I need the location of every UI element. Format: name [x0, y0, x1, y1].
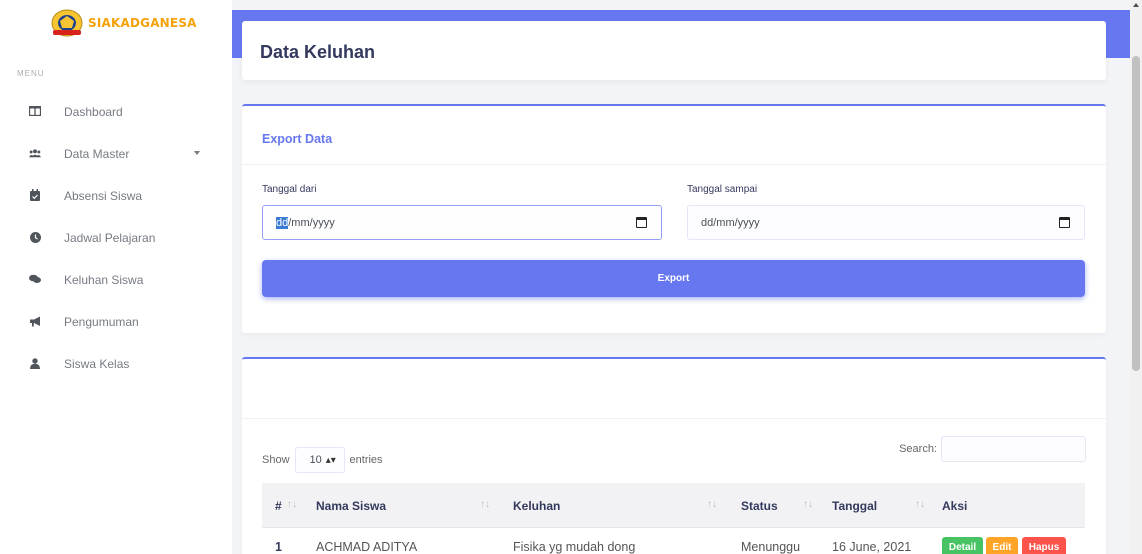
export-card-title: Export Data [262, 132, 333, 146]
sidebar-item-pengumuman[interactable]: Pengumuman [0, 306, 232, 336]
row-status: Menunggu [741, 540, 801, 554]
date-to-label: Tanggal sampai [687, 184, 758, 195]
edit-button[interactable]: Edit [986, 537, 1018, 554]
sidebar-item-label: Absensi Siswa [64, 189, 143, 203]
row-nama-siswa: ACHMAD ADITYA [316, 540, 418, 554]
entries-length-control: Show 10 ▴▾ entries [262, 447, 383, 473]
search-input[interactable] [941, 436, 1086, 462]
scrollbar-thumb[interactable] [1132, 56, 1140, 371]
table-card-header [242, 359, 1106, 419]
page-scrollbar[interactable] [1130, 0, 1142, 554]
sidebar-item-keluhan-siswa[interactable]: Keluhan Siswa [0, 264, 232, 294]
sidebar-item-label: Keluhan Siswa [64, 273, 144, 287]
sort-icon[interactable]: ↑↓ [707, 499, 717, 510]
sidebar-item-data-master[interactable]: Data Master [0, 138, 232, 168]
table-row: 1 ACHMAD ADITYA Fisika yg mudah dong Men… [262, 527, 1085, 554]
bullhorn-icon [29, 315, 41, 327]
entries-value: 10 [309, 454, 322, 466]
sort-icon[interactable]: ↑↓ [287, 499, 297, 510]
user-icon [29, 357, 41, 369]
column-header-aksi: Aksi [942, 499, 968, 513]
clock-icon [29, 231, 41, 243]
sidebar: SIAKADGANESA MENU Dashboard Data Master … [0, 0, 232, 554]
calendar-icon[interactable] [636, 217, 647, 228]
menu-heading: MENU [17, 69, 45, 78]
sidebar-item-jadwal-pelajaran[interactable]: Jadwal Pelajaran [0, 222, 232, 252]
show-label: Show [262, 454, 290, 466]
school-logo-icon [51, 9, 83, 37]
comments-icon [29, 273, 41, 285]
sidebar-item-label: Data Master [64, 147, 130, 161]
date-from-rest: /mm/yyyy [288, 217, 335, 229]
export-card: Export Data Tanggal dari dd/mm/yyyy Tang… [242, 104, 1106, 333]
date-from-day-segment[interactable]: dd [276, 217, 289, 229]
calendar-check-icon [29, 189, 41, 201]
search-label: Search: [899, 443, 937, 455]
export-button[interactable]: Export [262, 260, 1085, 297]
date-from-label: Tanggal dari [262, 184, 317, 195]
row-number: 1 [275, 540, 282, 554]
sort-icon[interactable]: ↑↓ [915, 499, 925, 510]
export-card-header: Export Data [242, 106, 1106, 165]
date-from-input[interactable]: dd/mm/yyyy [262, 205, 662, 240]
column-header-number[interactable]: # [275, 499, 282, 513]
page-title: Data Keluhan [260, 42, 376, 62]
date-from-value: dd/mm/yyyy [276, 217, 335, 229]
columns-icon [29, 105, 41, 117]
date-to-value: dd/mm/yyyy [701, 217, 760, 229]
entries-select[interactable]: 10 ▴▾ [294, 447, 345, 473]
date-to-input[interactable]: dd/mm/yyyy [687, 205, 1085, 240]
brand[interactable]: SIAKADGANESA [50, 8, 197, 38]
column-header-keluhan[interactable]: Keluhan [513, 499, 560, 513]
column-header-tanggal[interactable]: Tanggal [832, 499, 877, 513]
brand-name: SIAKADGANESA [88, 16, 197, 30]
sidebar-item-siswa-kelas[interactable]: Siswa Kelas [0, 348, 232, 378]
sidebar-item-label: Siswa Kelas [64, 357, 130, 371]
chevron-down-icon [194, 151, 200, 155]
table-header-row: # ↑↓ Nama Siswa ↑↓ Keluhan ↑↓ Status ↑↓ … [262, 483, 1085, 527]
page-header: Data Keluhan [242, 21, 1106, 80]
sidebar-item-absensi-siswa[interactable]: Absensi Siswa [0, 180, 232, 210]
users-icon [29, 147, 41, 159]
table-card: Show 10 ▴▾ entries Search: # ↑↓ Nama Sis… [242, 357, 1106, 554]
scroll-up-arrow-icon[interactable] [1133, 3, 1139, 7]
column-header-status[interactable]: Status [741, 499, 778, 513]
sidebar-item-label: Dashboard [64, 105, 123, 119]
sidebar-item-dashboard[interactable]: Dashboard [0, 96, 232, 126]
select-arrows-icon: ▴▾ [325, 454, 336, 466]
detail-button[interactable]: Detail [942, 537, 983, 554]
hapus-button[interactable]: Hapus [1022, 537, 1066, 554]
row-tanggal: 16 June, 2021 [832, 540, 912, 554]
sort-icon[interactable]: ↑↓ [480, 499, 490, 510]
entries-label: entries [349, 454, 383, 466]
sidebar-item-label: Pengumuman [64, 315, 139, 329]
calendar-icon[interactable] [1059, 217, 1070, 228]
table-search: Search: [899, 436, 1086, 462]
sidebar-item-label: Jadwal Pelajaran [64, 231, 156, 245]
column-header-nama-siswa[interactable]: Nama Siswa [316, 499, 386, 513]
sort-icon[interactable]: ↑↓ [803, 499, 813, 510]
row-keluhan: Fisika yg mudah dong [513, 540, 636, 554]
